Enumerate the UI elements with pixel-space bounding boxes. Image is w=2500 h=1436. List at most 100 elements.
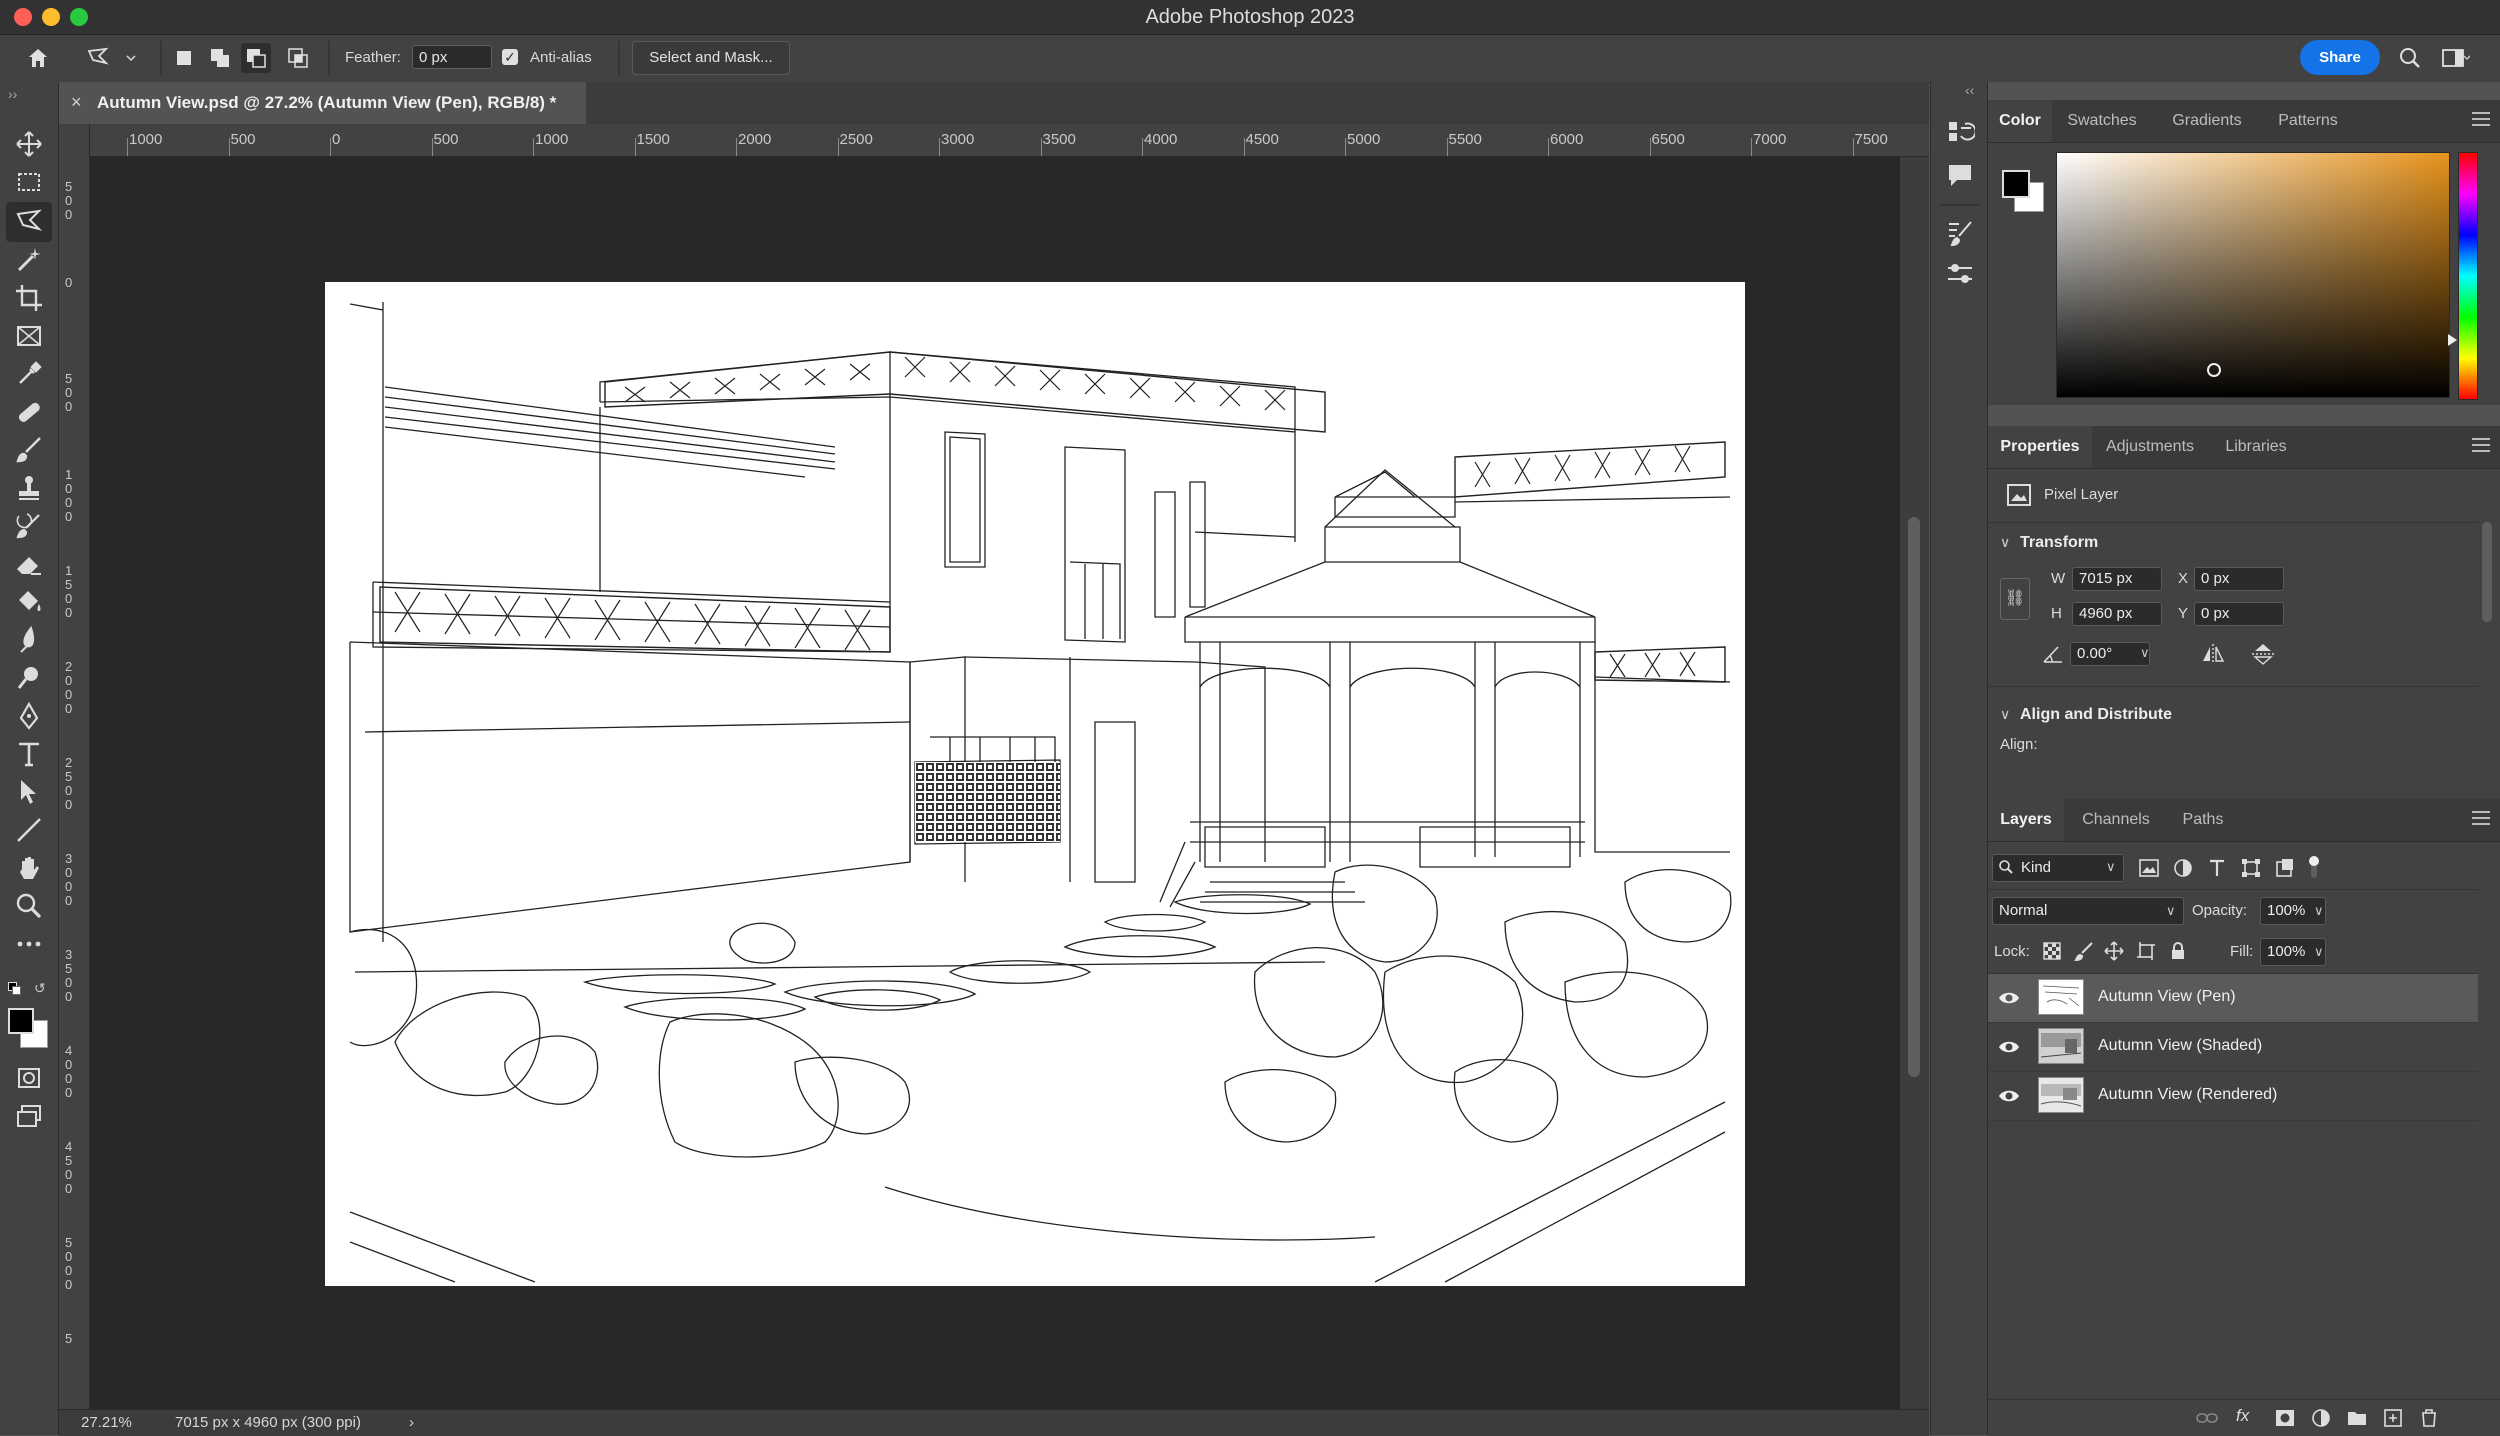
- height-input[interactable]: 4960 px: [2072, 602, 2162, 626]
- opacity-chevron-icon[interactable]: ∨: [2314, 903, 2324, 919]
- new-adjustment-layer-icon[interactable]: [2310, 1408, 2332, 1428]
- layers-panel-menu-icon[interactable]: [2472, 811, 2490, 825]
- tab-paths[interactable]: Paths: [2168, 799, 2238, 841]
- brush-settings-icon[interactable]: [1945, 218, 1975, 248]
- lock-position-icon[interactable]: [2104, 941, 2124, 961]
- transform-section-title[interactable]: Transform: [2020, 534, 2098, 552]
- home-icon[interactable]: [26, 46, 50, 70]
- filter-adjustment-layers-icon[interactable]: [2172, 857, 2194, 879]
- rotation-angle-input[interactable]: 0.00°: [2070, 642, 2150, 666]
- document-tab[interactable]: × Autumn View.psd @ 27.2% (Autumn View (…: [59, 82, 586, 124]
- layer-visibility-eye-icon[interactable]: [1998, 1037, 2020, 1057]
- dodge-tool-icon[interactable]: [13, 662, 45, 694]
- history-brush-tool-icon[interactable]: [13, 510, 45, 542]
- history-panel-icon[interactable]: [1945, 118, 1975, 148]
- blend-mode-select[interactable]: Normal: [1992, 897, 2184, 925]
- type-tool-icon[interactable]: [13, 738, 45, 770]
- hue-slider-pointer[interactable]: [2448, 334, 2457, 346]
- status-menu-arrow[interactable]: ›: [409, 1414, 414, 1431]
- anti-alias-checkbox[interactable]: ✓: [502, 49, 518, 65]
- new-layer-icon[interactable]: [2382, 1408, 2404, 1428]
- fill-chevron-icon[interactable]: ∨: [2314, 944, 2324, 960]
- default-colors-icon[interactable]: [8, 982, 21, 995]
- link-dimensions-icon[interactable]: ⛓: [2000, 578, 2030, 620]
- tool-preset-chevron-down-icon[interactable]: [124, 46, 138, 70]
- vertical-scroll-thumb[interactable]: [1908, 517, 1920, 1077]
- filter-pixel-layers-icon[interactable]: [2138, 857, 2160, 879]
- lock-artboard-icon[interactable]: [2136, 941, 2156, 961]
- hue-slider[interactable]: [2458, 152, 2478, 400]
- flip-horizontal-icon[interactable]: [2200, 642, 2226, 666]
- filter-smart-objects-icon[interactable]: [2274, 857, 2296, 879]
- color-saturation-field[interactable]: [2056, 152, 2450, 398]
- layer-name[interactable]: Autumn View (Pen): [2098, 988, 2236, 1006]
- search-icon[interactable]: [2398, 46, 2422, 70]
- healing-brush-tool-icon[interactable]: [13, 396, 45, 428]
- ruler-origin[interactable]: [59, 124, 90, 157]
- panel-foreground-swatch[interactable]: [2002, 170, 2030, 198]
- polygonal-lasso-tool-icon[interactable]: [86, 46, 110, 70]
- angle-dropdown-chevron-icon[interactable]: ∨: [2140, 645, 2150, 661]
- transform-collapse-icon[interactable]: ∨: [2000, 534, 2010, 551]
- y-input[interactable]: 0 px: [2194, 602, 2284, 626]
- layer-row-pen[interactable]: Autumn View (Pen): [1988, 974, 2478, 1023]
- screen-mode-icon[interactable]: [13, 1100, 45, 1132]
- tab-swatches[interactable]: Swatches: [2052, 100, 2152, 142]
- align-distribute-title[interactable]: Align and Distribute: [2020, 706, 2172, 724]
- layer-name[interactable]: Autumn View (Rendered): [2098, 1086, 2277, 1104]
- kind-chevron-icon[interactable]: ∨: [2106, 859, 2116, 875]
- document-canvas[interactable]: [325, 282, 1745, 1286]
- tab-gradients[interactable]: Gradients: [2154, 100, 2260, 142]
- line-tool-icon[interactable]: [13, 814, 45, 846]
- blur-tool-icon[interactable]: [13, 624, 45, 656]
- collapse-toolbar-icon[interactable]: ››: [8, 86, 17, 102]
- swap-colors-icon[interactable]: ↺: [34, 980, 46, 997]
- frame-tool-icon[interactable]: [13, 320, 45, 352]
- path-selection-tool-icon[interactable]: [13, 776, 45, 808]
- eraser-tool-icon[interactable]: [13, 548, 45, 580]
- lock-all-icon[interactable]: [2168, 941, 2188, 961]
- feather-input[interactable]: 0 px: [412, 45, 492, 69]
- width-input[interactable]: 7015 px: [2072, 567, 2162, 591]
- vertical-scrollbar[interactable]: [1900, 157, 1929, 1409]
- marquee-tool-icon[interactable]: [13, 166, 45, 198]
- magic-wand-tool-icon[interactable]: [13, 244, 45, 276]
- intersect-selection-icon[interactable]: [286, 46, 310, 70]
- layer-row-shaded[interactable]: Autumn View (Shaded): [1988, 1023, 2478, 1072]
- quick-mask-icon[interactable]: [13, 1062, 45, 1094]
- tab-adjustments[interactable]: Adjustments: [2092, 426, 2208, 468]
- tab-layers[interactable]: Layers: [1988, 799, 2064, 841]
- workspace-switcher-icon[interactable]: [2440, 46, 2470, 70]
- blend-mode-chevron-icon[interactable]: ∨: [2166, 903, 2176, 919]
- select-and-mask-button[interactable]: Select and Mask...: [632, 41, 790, 75]
- lock-transparent-pixels-icon[interactable]: [2042, 941, 2062, 961]
- new-selection-icon[interactable]: [172, 46, 196, 70]
- horizontal-ruler[interactable]: 1000 500 0 500 1000 1500 2000 2500 3000 3500 4000 4…: [59, 124, 1929, 157]
- vertical-ruler[interactable]: 500 0 500 1000 1500 2000 2500 3000 3500 4000 4500 5…: [59, 156, 90, 1409]
- share-button[interactable]: Share: [2300, 40, 2380, 75]
- foreground-color-swatch[interactable]: [8, 1008, 34, 1034]
- tab-libraries[interactable]: Libraries: [2208, 426, 2304, 468]
- move-tool-icon[interactable]: [13, 128, 45, 160]
- x-input[interactable]: 0 px: [2194, 567, 2284, 591]
- zoom-tool-icon[interactable]: [13, 890, 45, 922]
- color-picker-handle[interactable]: [2207, 363, 2221, 377]
- subtract-from-selection-icon[interactable]: [244, 46, 268, 70]
- new-group-folder-icon[interactable]: [2346, 1408, 2368, 1428]
- add-layer-mask-icon[interactable]: [2274, 1408, 2296, 1428]
- tab-channels[interactable]: Channels: [2064, 799, 2168, 841]
- clone-stamp-tool-icon[interactable]: [13, 472, 45, 504]
- hand-tool-icon[interactable]: [13, 852, 45, 884]
- adjustments-sliders-icon[interactable]: [1945, 258, 1975, 288]
- layer-name[interactable]: Autumn View (Shaded): [2098, 1037, 2262, 1055]
- layer-visibility-eye-icon[interactable]: [1998, 1086, 2020, 1106]
- flip-vertical-icon[interactable]: [2250, 642, 2276, 666]
- link-layers-icon[interactable]: [2196, 1408, 2218, 1428]
- delete-layer-trash-icon[interactable]: [2418, 1408, 2440, 1428]
- add-to-selection-icon[interactable]: [208, 46, 232, 70]
- zoom-level[interactable]: 27.21%: [81, 1414, 132, 1431]
- filter-toggle-switch[interactable]: [2306, 854, 2322, 880]
- brush-tool-icon[interactable]: [13, 434, 45, 466]
- layer-visibility-eye-icon[interactable]: [1998, 988, 2020, 1008]
- polygonal-lasso-tool-icon[interactable]: [13, 206, 45, 238]
